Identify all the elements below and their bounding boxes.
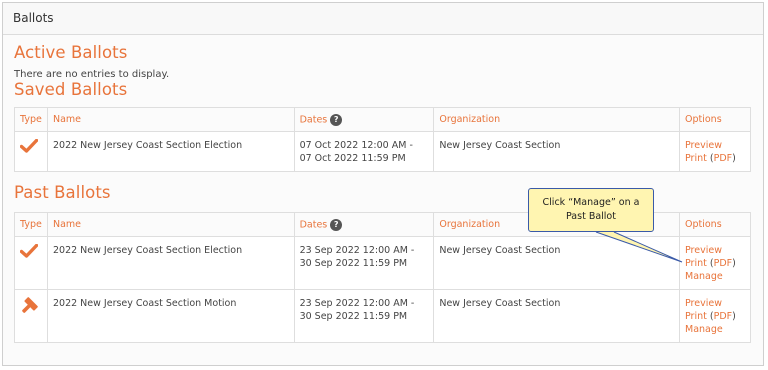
date-end: 30 Sep 2022 11:59 PM (299, 311, 408, 322)
column-header-dates[interactable]: Dates? (293, 212, 435, 237)
type-cell (14, 236, 48, 290)
past-ballots-heading: Past Ballots (14, 183, 111, 202)
ballot-options: Preview Print (PDF) Manage (679, 289, 751, 343)
column-header-dates[interactable]: Dates? (293, 107, 435, 132)
ballot-name: 2022 New Jersey Coast Section Election (46, 236, 295, 290)
manage-link[interactable]: Manage (685, 270, 745, 283)
pdf-link[interactable]: PDF (714, 153, 733, 164)
column-header-name[interactable]: Name (46, 212, 295, 237)
ballot-options: Preview Print (PDF) (679, 131, 751, 172)
column-header-options: Options (679, 107, 751, 132)
print-link[interactable]: Print (685, 153, 707, 164)
checkmark-icon (19, 243, 39, 258)
date-end: 07 Oct 2022 11:59 PM (299, 153, 406, 164)
pdf-link[interactable]: PDF (714, 311, 733, 322)
active-ballots-heading: Active Ballots (14, 43, 128, 62)
date-start: 07 Oct 2022 12:00 AM - (299, 140, 413, 151)
ballot-organization: New Jersey Coast Section (433, 131, 680, 172)
ballot-name: 2022 New Jersey Coast Section Motion (46, 289, 295, 343)
ballot-name: 2022 New Jersey Coast Section Election (46, 131, 295, 172)
column-header-dates-label: Dates (299, 219, 328, 230)
panel-title: Ballots (3, 3, 763, 35)
type-cell (14, 131, 48, 172)
ballot-dates: 23 Sep 2022 12:00 AM - 30 Sep 2022 11:59… (293, 236, 435, 290)
ballot-organization: New Jersey Coast Section (433, 236, 680, 290)
preview-link[interactable]: Preview (685, 139, 745, 152)
ballot-dates: 07 Oct 2022 12:00 AM - 07 Oct 2022 11:59… (293, 131, 435, 172)
preview-link[interactable]: Preview (685, 244, 745, 257)
ballot-options: Preview Print (PDF) Manage (679, 236, 751, 290)
instruction-callout: Click “Manage” on a Past Ballot (528, 188, 654, 232)
table-row: 2022 New Jersey Coast Section Election 2… (14, 236, 751, 290)
preview-link[interactable]: Preview (685, 297, 745, 310)
column-header-name[interactable]: Name (46, 107, 295, 132)
date-start: 23 Sep 2022 12:00 AM - (299, 245, 415, 256)
saved-ballots-table: Type Name Dates? Organization Options 20… (14, 107, 751, 172)
checkmark-icon (19, 138, 39, 153)
column-header-organization[interactable]: Organization (433, 107, 680, 132)
pdf-link[interactable]: PDF (714, 258, 733, 269)
active-ballots-empty-message: There are no entries to display. (14, 69, 170, 80)
ballot-dates: 23 Sep 2022 12:00 AM - 30 Sep 2022 11:59… (293, 289, 435, 343)
ballots-panel: Ballots Active Ballots There are no entr… (2, 2, 764, 366)
ballot-organization: New Jersey Coast Section (433, 289, 680, 343)
callout-line-2: Past Ballot (566, 211, 616, 222)
print-link[interactable]: Print (685, 311, 707, 322)
column-header-type[interactable]: Type (14, 212, 48, 237)
help-icon[interactable]: ? (330, 218, 343, 231)
column-header-dates-label: Dates (299, 114, 328, 125)
column-header-type[interactable]: Type (14, 107, 48, 132)
table-row: 2022 New Jersey Coast Section Motion 23 … (14, 289, 751, 343)
table-header-row: Type Name Dates? Organization Options (14, 107, 751, 132)
date-start: 23 Sep 2022 12:00 AM - (299, 298, 415, 309)
table-row: 2022 New Jersey Coast Section Election 0… (14, 131, 751, 172)
help-icon[interactable]: ? (330, 113, 343, 126)
manage-link[interactable]: Manage (685, 323, 745, 336)
saved-ballots-heading: Saved Ballots (14, 80, 128, 99)
gavel-icon (22, 297, 38, 313)
type-cell (14, 289, 48, 343)
callout-line-1: Click “Manage” on a (542, 197, 640, 208)
date-end: 30 Sep 2022 11:59 PM (299, 258, 408, 269)
column-header-options: Options (679, 212, 751, 237)
print-link[interactable]: Print (685, 258, 707, 269)
